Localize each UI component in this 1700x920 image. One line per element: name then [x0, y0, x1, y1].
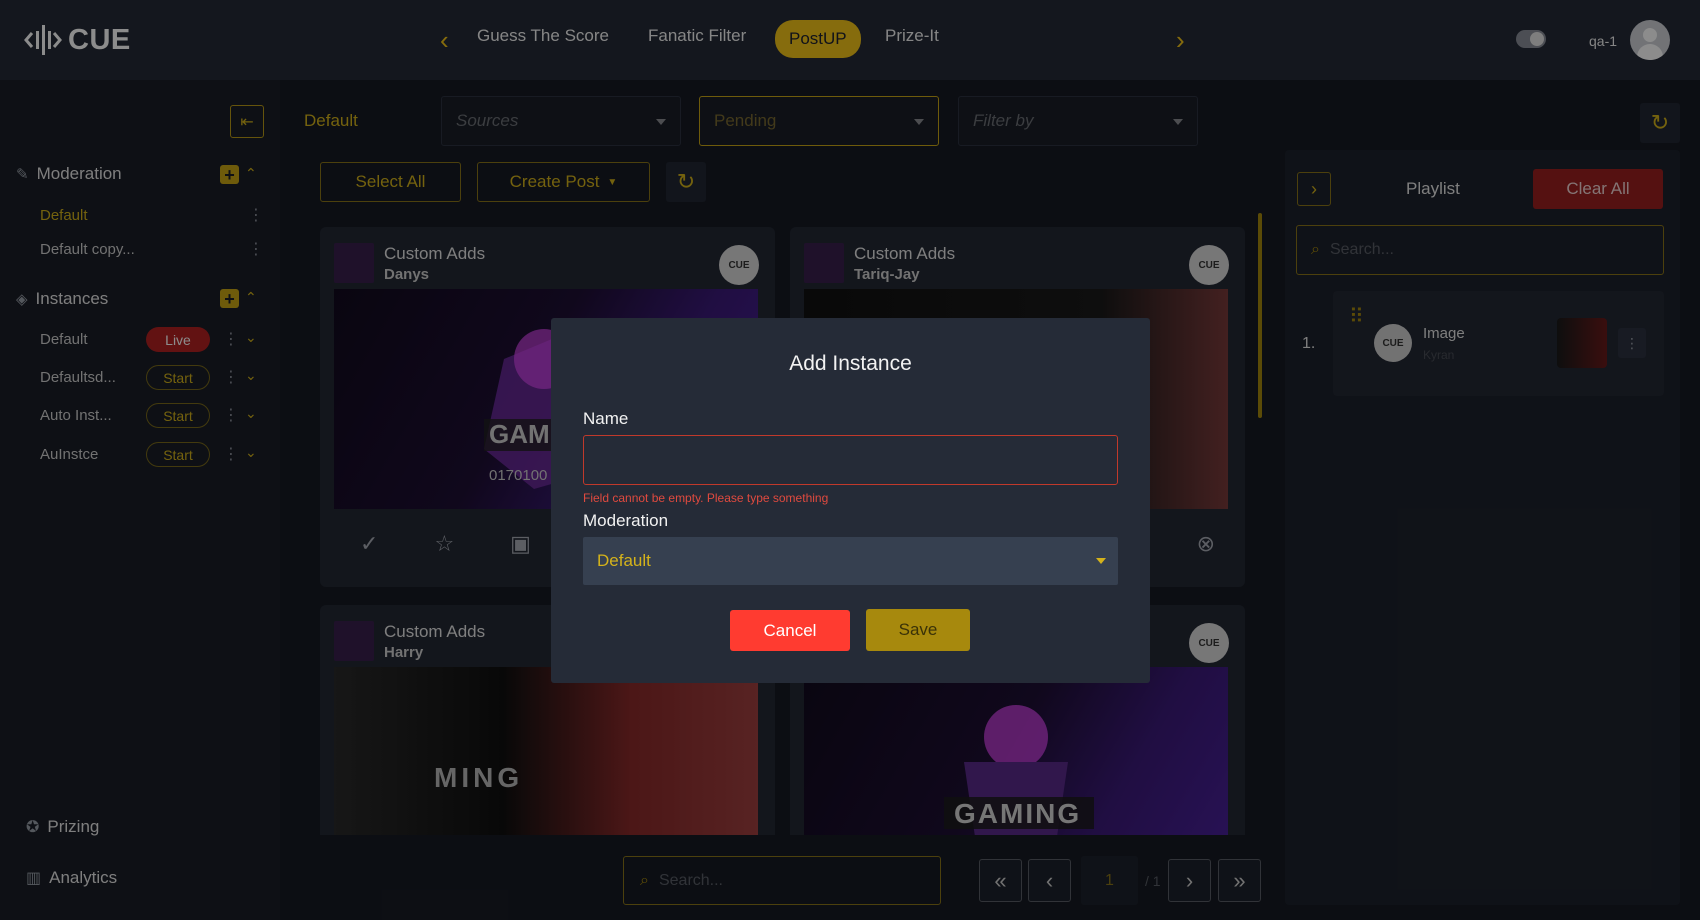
name-error-text: Field cannot be empty. Please type somet…: [583, 491, 829, 505]
name-label: Name: [583, 409, 629, 428]
moderation-select-value: Default: [597, 551, 651, 570]
save-button[interactable]: Save: [866, 609, 970, 651]
name-input[interactable]: [583, 435, 1118, 485]
add-instance-modal: Add Instance Name Field cannot be empty.…: [551, 318, 1150, 683]
cancel-button[interactable]: Cancel: [730, 610, 850, 651]
modal-title: Add Instance: [789, 352, 912, 375]
moderation-label: Moderation: [583, 511, 669, 530]
caret-down-icon: [1096, 558, 1106, 564]
moderation-select[interactable]: Default: [583, 537, 1118, 585]
